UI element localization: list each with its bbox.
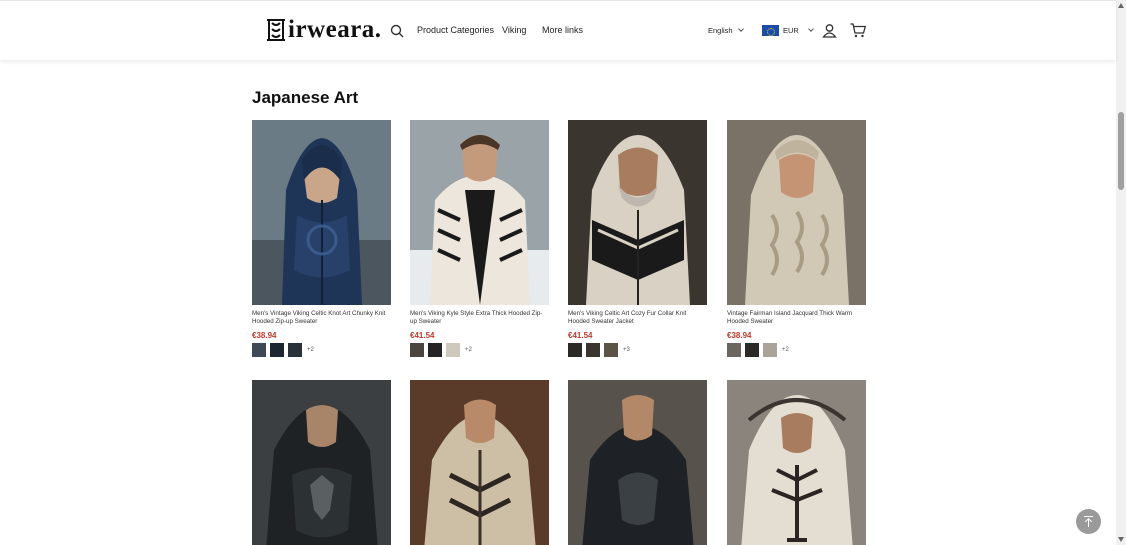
product-card[interactable]: Vintage Fairman Island Jacquard Thick Wa… [727, 120, 866, 357]
product-price: €41.54 [568, 331, 593, 340]
color-swatch[interactable] [410, 343, 424, 357]
language-label: English [708, 26, 733, 35]
more-colors-count[interactable]: +2 [307, 347, 314, 353]
color-swatches: +2 [410, 343, 549, 357]
language-selector[interactable]: English [708, 26, 744, 35]
site-header: irweara. Product Categories Viking More … [0, 0, 1116, 60]
product-name[interactable]: Men's Viking Kyle Style Extra Thick Hood… [410, 310, 549, 327]
product-card[interactable] [410, 380, 549, 545]
more-colors-count[interactable]: +2 [782, 347, 789, 353]
scroll-up-icon[interactable] [1118, 3, 1124, 8]
color-swatch[interactable] [270, 343, 284, 357]
product-card[interactable] [252, 380, 391, 545]
product-name[interactable]: Men's Vintage Viking Celtic Knot Art Chu… [252, 310, 391, 327]
section-title: Japanese Art [252, 88, 359, 107]
product-price: €38.94 [727, 331, 752, 340]
product-image[interactable] [410, 380, 549, 545]
product-price: €41.54 [410, 331, 435, 340]
logo-mark-icon [265, 17, 287, 43]
site-logo[interactable]: irweara. [265, 16, 382, 44]
product-image[interactable] [252, 120, 391, 305]
nav-product-categories[interactable]: Product Categories [417, 25, 494, 35]
logo-text: irweara. [288, 16, 382, 43]
product-card[interactable]: Men's Vintage Viking Celtic Knot Art Chu… [252, 120, 391, 357]
color-swatches: +3 [568, 343, 707, 357]
product-card[interactable]: Men's Viking Kyle Style Extra Thick Hood… [410, 120, 549, 357]
color-swatch[interactable] [745, 343, 759, 357]
product-image[interactable] [568, 380, 707, 545]
scroll-down-icon[interactable] [1118, 537, 1124, 542]
color-swatch[interactable] [604, 343, 618, 357]
product-name[interactable]: Vintage Fairman Island Jacquard Thick Wa… [727, 310, 866, 327]
product-image[interactable] [410, 120, 549, 305]
page-scrollbar[interactable] [1116, 0, 1126, 545]
product-image[interactable] [568, 120, 707, 305]
currency-selector[interactable]: EUR [762, 25, 814, 36]
currency-label: EUR [783, 26, 799, 35]
product-name[interactable]: Men's Viking Celtic Art Cozy Fur Collar … [568, 310, 707, 327]
more-colors-count[interactable]: +2 [465, 347, 472, 353]
eu-flag-icon [762, 25, 779, 36]
cart-icon[interactable] [850, 23, 867, 38]
product-card[interactable] [568, 380, 707, 545]
product-image[interactable] [252, 380, 391, 545]
color-swatches: +2 [727, 343, 866, 357]
product-image[interactable] [727, 120, 866, 305]
product-card[interactable]: Men's Viking Celtic Art Cozy Fur Collar … [568, 120, 707, 357]
more-colors-count[interactable]: +3 [623, 347, 630, 353]
product-price: €38.94 [252, 331, 277, 340]
back-to-top-button[interactable] [1076, 509, 1101, 534]
color-swatches: +2 [252, 343, 391, 357]
color-swatch[interactable] [428, 343, 442, 357]
arrow-stem [1088, 519, 1089, 527]
color-swatch[interactable] [288, 343, 302, 357]
color-swatch[interactable] [763, 343, 777, 357]
color-swatch[interactable] [727, 343, 741, 357]
product-card[interactable] [727, 380, 866, 545]
back-to-top-icon [1084, 516, 1093, 517]
user-icon[interactable] [822, 23, 837, 38]
chevron-down-icon [808, 26, 814, 32]
nav-viking[interactable]: Viking [502, 25, 526, 35]
nav-more-links[interactable]: More links [542, 25, 583, 35]
scroll-thumb[interactable] [1118, 112, 1124, 190]
search-icon[interactable] [390, 24, 404, 38]
color-swatch[interactable] [446, 343, 460, 357]
color-swatch[interactable] [252, 343, 266, 357]
chevron-down-icon [737, 26, 744, 32]
product-image[interactable] [727, 380, 866, 545]
color-swatch[interactable] [586, 343, 600, 357]
color-swatch[interactable] [568, 343, 582, 357]
